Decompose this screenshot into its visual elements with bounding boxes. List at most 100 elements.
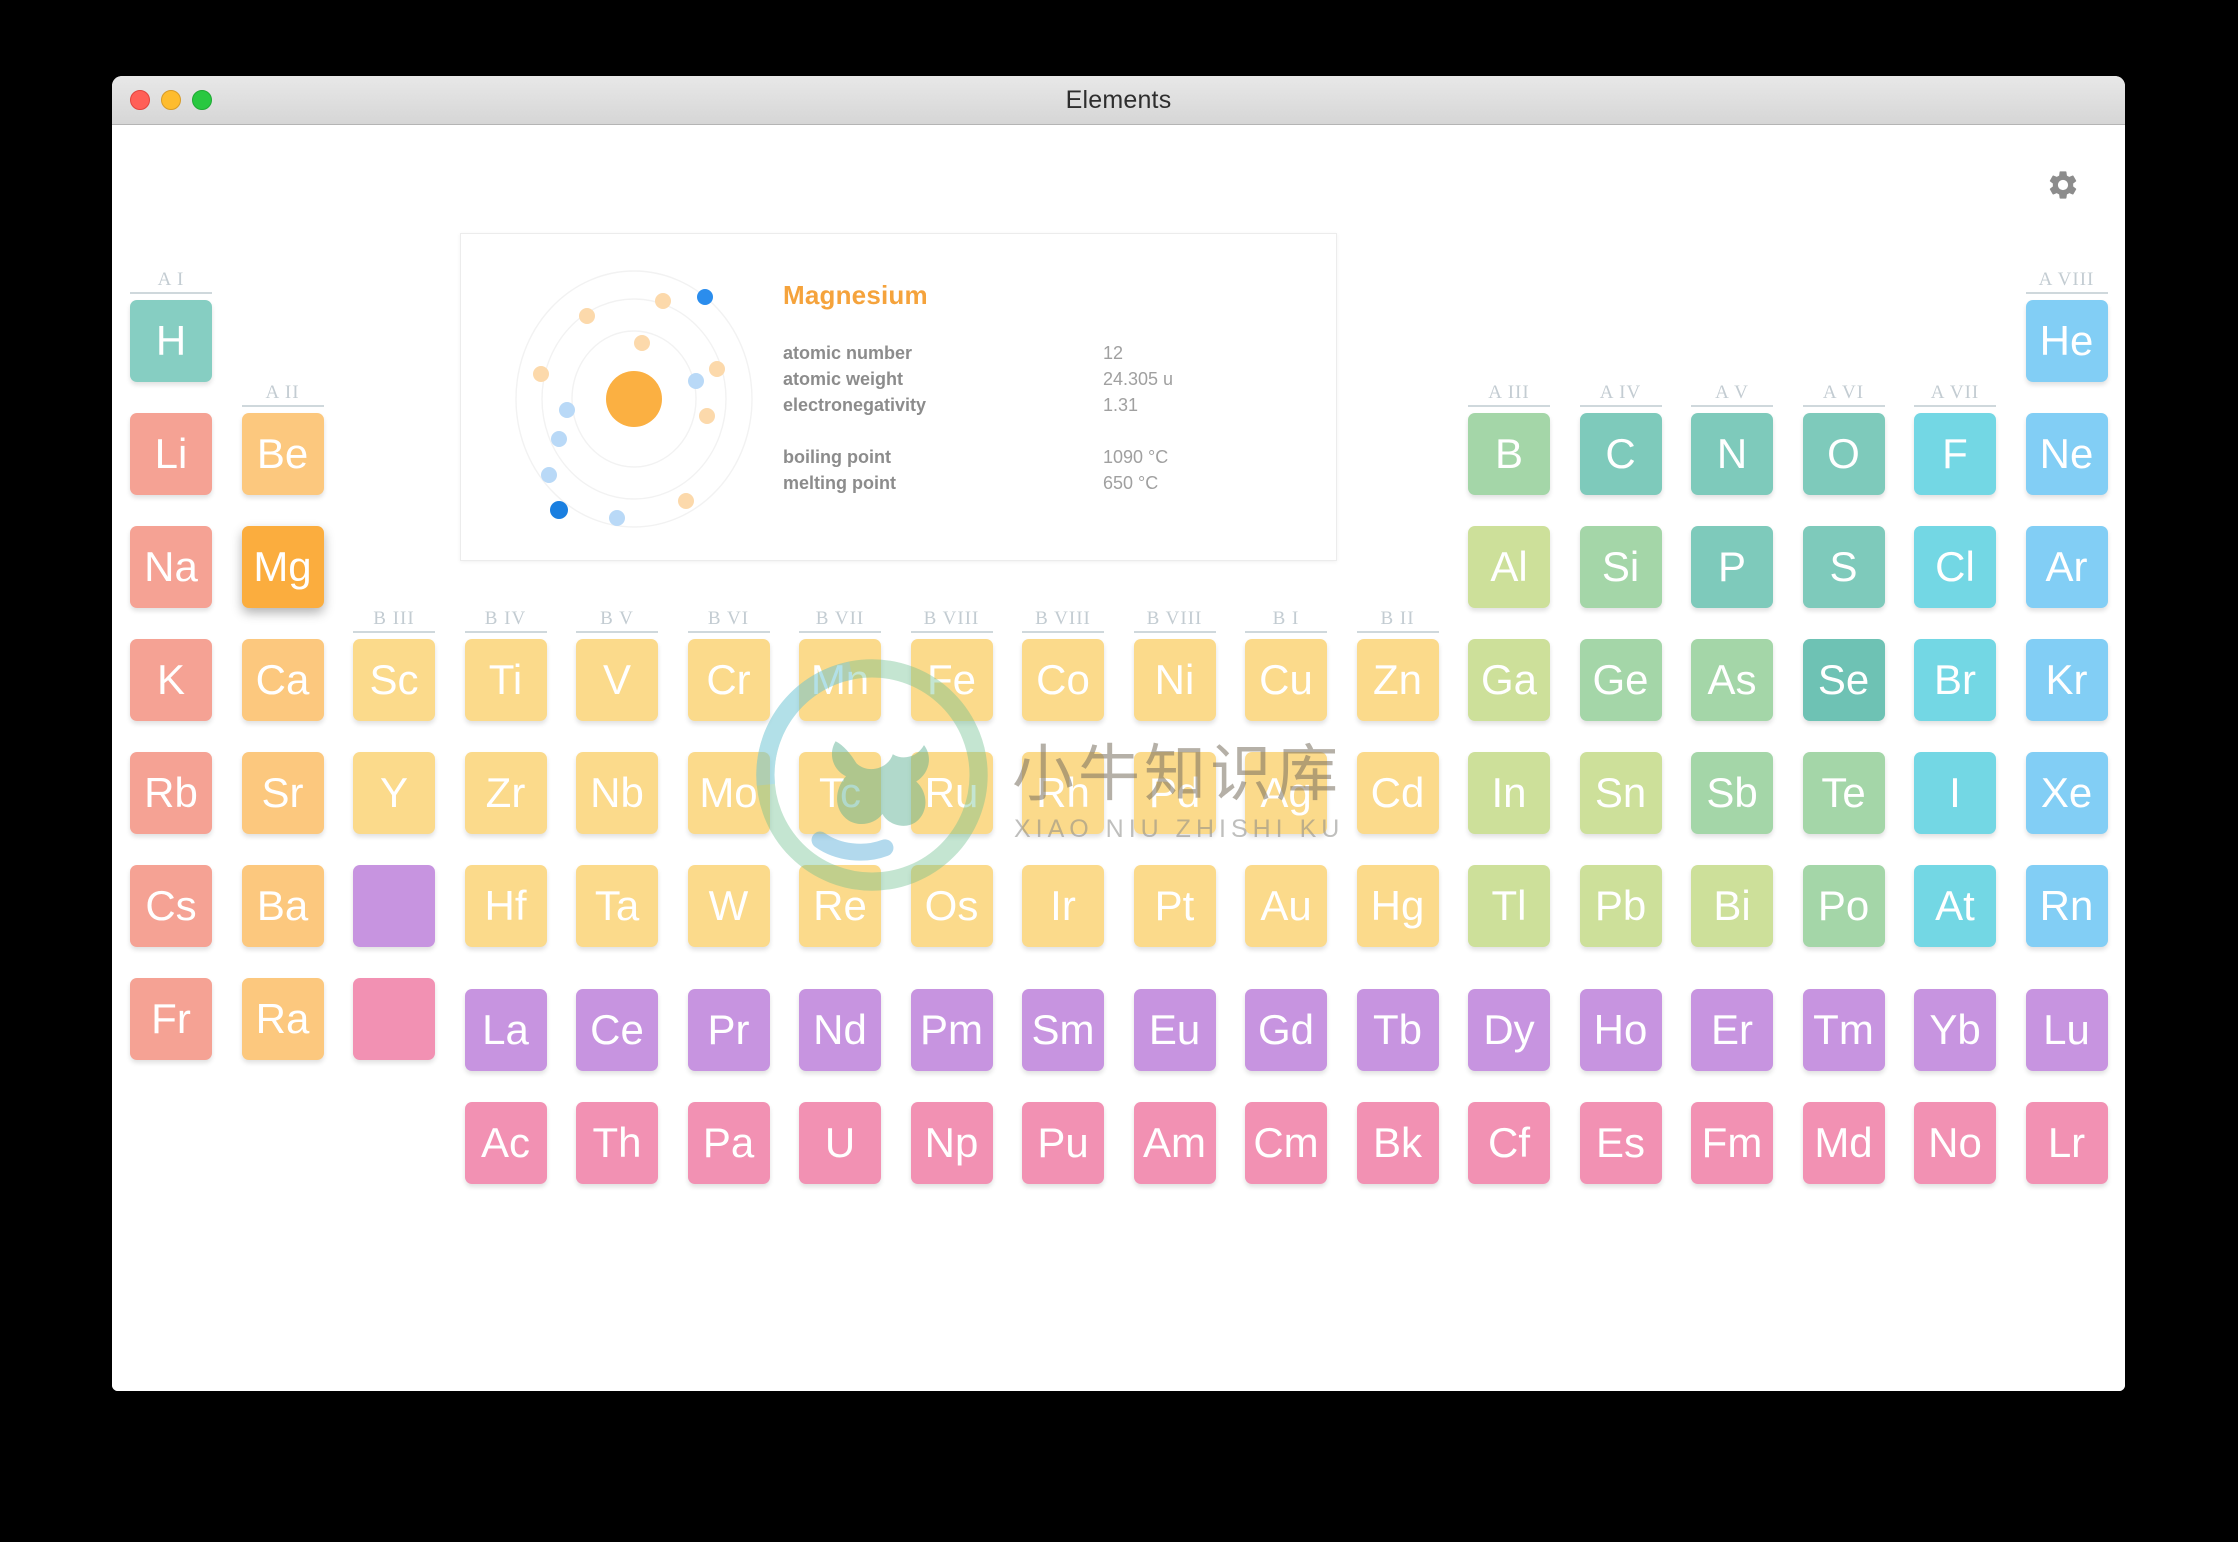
element-tile-pt[interactable]: Pt <box>1133 865 1216 947</box>
element-tile-ag[interactable]: Ag <box>1245 752 1327 834</box>
element-tile-no[interactable]: No <box>1914 1102 1996 1184</box>
element-tile-tl[interactable]: Tl <box>1468 865 1550 947</box>
element-tile-ta[interactable]: Ta <box>576 865 658 947</box>
element-tile-mg[interactable]: Mg <box>241 526 324 608</box>
element-tile-re[interactable]: Re <box>799 865 881 947</box>
element-tile-in[interactable]: In <box>1468 752 1550 834</box>
element-tile-os[interactable]: Os <box>910 865 993 947</box>
element-tile-cd[interactable]: Cd <box>1356 752 1439 834</box>
element-tile-f[interactable]: F <box>1914 413 1996 495</box>
element-tile-fe[interactable]: Fe <box>910 639 993 721</box>
element-tile-zr[interactable]: Zr <box>464 752 547 834</box>
element-tile-md[interactable]: Md <box>1802 1102 1885 1184</box>
element-tile-cs[interactable]: Cs <box>130 865 212 947</box>
element-tile-cr[interactable]: Cr <box>687 639 770 721</box>
element-tile-br[interactable]: Br <box>1914 639 1996 721</box>
element-tile-al[interactable]: Al <box>1468 526 1550 608</box>
element-tile-au[interactable]: Au <box>1245 865 1327 947</box>
element-tile-u[interactable]: U <box>799 1102 881 1184</box>
element-tile-hf[interactable]: Hf <box>464 865 547 947</box>
element-tile-ni[interactable]: Ni <box>1133 639 1216 721</box>
element-tile-es[interactable]: Es <box>1579 1102 1662 1184</box>
element-tile-lr[interactable]: Lr <box>2025 1102 2108 1184</box>
element-tile-p[interactable]: P <box>1691 526 1773 608</box>
element-tile-kr[interactable]: Kr <box>2025 639 2108 721</box>
element-tile-sr[interactable]: Sr <box>241 752 324 834</box>
element-tile-i[interactable]: I <box>1914 752 1996 834</box>
element-tile-sc[interactable]: Sc <box>353 639 435 721</box>
element-tile-rb[interactable]: Rb <box>130 752 212 834</box>
element-tile-eu[interactable]: Eu <box>1133 989 1216 1071</box>
element-tile-rn[interactable]: Rn <box>2025 865 2108 947</box>
minimize-button[interactable] <box>161 90 181 110</box>
element-tile-sm[interactable]: Sm <box>1022 989 1104 1071</box>
element-tile-po[interactable]: Po <box>1802 865 1885 947</box>
element-tile-ba[interactable]: Ba <box>241 865 324 947</box>
element-tile-as[interactable]: As <box>1691 639 1773 721</box>
element-tile-fm[interactable]: Fm <box>1691 1102 1773 1184</box>
element-tile-hg[interactable]: Hg <box>1356 865 1439 947</box>
element-tile-mn[interactable]: Mn <box>799 639 881 721</box>
element-tile-o[interactable]: O <box>1802 413 1885 495</box>
element-tile-pa[interactable]: Pa <box>687 1102 770 1184</box>
element-tile-ho[interactable]: Ho <box>1579 989 1662 1071</box>
element-tile-k[interactable]: K <box>130 639 212 721</box>
element-tile-ru[interactable]: Ru <box>910 752 993 834</box>
element-tile-li[interactable]: Li <box>130 413 212 495</box>
element-tile-np[interactable]: Np <box>910 1102 993 1184</box>
element-tile-pr[interactable]: Pr <box>687 989 770 1071</box>
element-tile-h[interactable]: H <box>130 300 212 382</box>
element-tile-er[interactable]: Er <box>1691 989 1773 1071</box>
element-tile-s[interactable]: S <box>1802 526 1885 608</box>
element-tile-zn[interactable]: Zn <box>1356 639 1439 721</box>
element-tile-th[interactable]: Th <box>576 1102 658 1184</box>
element-tile-lu[interactable]: Lu <box>2025 989 2108 1071</box>
element-tile-ne[interactable]: Ne <box>2025 413 2108 495</box>
element-tile-ir[interactable]: Ir <box>1022 865 1104 947</box>
element-tile-nd[interactable]: Nd <box>799 989 881 1071</box>
element-tile-ac[interactable]: Ac <box>464 1102 547 1184</box>
element-tile-cu[interactable]: Cu <box>1245 639 1327 721</box>
element-tile-bk[interactable]: Bk <box>1356 1102 1439 1184</box>
element-tile-pu[interactable]: Pu <box>1022 1102 1104 1184</box>
element-tile-w[interactable]: W <box>687 865 770 947</box>
element-tile-sb[interactable]: Sb <box>1691 752 1773 834</box>
element-tile-be[interactable]: Be <box>241 413 324 495</box>
element-tile-ge[interactable]: Ge <box>1579 639 1662 721</box>
element-tile-se[interactable]: Se <box>1802 639 1885 721</box>
element-tile-pm[interactable]: Pm <box>910 989 993 1071</box>
element-tile-yb[interactable]: Yb <box>1914 989 1996 1071</box>
element-tile-cl[interactable]: Cl <box>1914 526 1996 608</box>
element-tile-at[interactable]: At <box>1914 865 1996 947</box>
element-tile-rh[interactable]: Rh <box>1022 752 1104 834</box>
element-tile-la[interactable]: La <box>464 989 547 1071</box>
element-tile-gd[interactable]: Gd <box>1245 989 1327 1071</box>
element-tile-ti[interactable]: Ti <box>464 639 547 721</box>
element-tile-dy[interactable]: Dy <box>1468 989 1550 1071</box>
element-tile-he[interactable]: He <box>2025 300 2108 382</box>
element-tile-tb[interactable]: Tb <box>1356 989 1439 1071</box>
maximize-button[interactable] <box>192 90 212 110</box>
element-tile-co[interactable]: Co <box>1022 639 1104 721</box>
element-tile-ra[interactable]: Ra <box>241 978 324 1060</box>
element-tile-sn[interactable]: Sn <box>1579 752 1662 834</box>
close-button[interactable] <box>130 90 150 110</box>
element-tile-te[interactable]: Te <box>1802 752 1885 834</box>
element-tile-ar[interactable]: Ar <box>2025 526 2108 608</box>
element-tile-bi[interactable]: Bi <box>1691 865 1773 947</box>
element-tile-pd[interactable]: Pd <box>1133 752 1216 834</box>
element-tile-tc[interactable]: Tc <box>799 752 881 834</box>
element-tile-cf[interactable]: Cf <box>1468 1102 1550 1184</box>
element-tile-pb[interactable]: Pb <box>1579 865 1662 947</box>
element-tile-xe[interactable]: Xe <box>2025 752 2108 834</box>
element-tile-cm[interactable]: Cm <box>1245 1102 1327 1184</box>
element-tile-tm[interactable]: Tm <box>1802 989 1885 1071</box>
element-tile-n[interactable]: N <box>1691 413 1773 495</box>
element-tile-c[interactable]: C <box>1579 413 1662 495</box>
element-tile-na[interactable]: Na <box>130 526 212 608</box>
element-tile-ga[interactable]: Ga <box>1468 639 1550 721</box>
element-tile-mo[interactable]: Mo <box>687 752 770 834</box>
element-tile-si[interactable]: Si <box>1579 526 1662 608</box>
element-tile-ca[interactable]: Ca <box>241 639 324 721</box>
element-tile-v[interactable]: V <box>576 639 658 721</box>
